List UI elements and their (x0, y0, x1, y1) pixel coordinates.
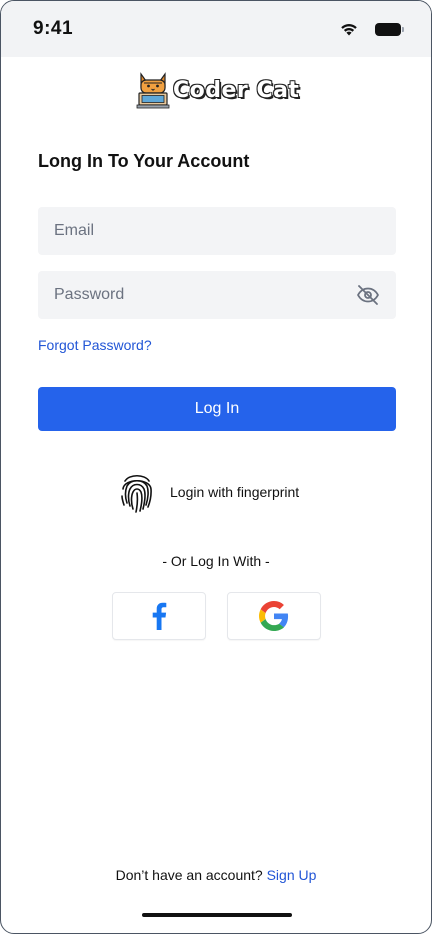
status-icons (339, 22, 404, 37)
phone-frame: 9:41 Coder Cat Long In To Your Account E… (0, 0, 432, 934)
email-field-container (38, 207, 396, 255)
fingerprint-label: Login with fingerprint (170, 484, 300, 500)
cat-mascot-icon (136, 72, 170, 109)
email-input[interactable] (54, 222, 380, 240)
password-field-container (38, 271, 396, 319)
password-input[interactable] (54, 286, 380, 304)
fingerprint-icon (121, 474, 152, 513)
eye-off-icon[interactable] (356, 283, 380, 307)
fingerprint-login-button[interactable]: Login with fingerprint (119, 469, 299, 515)
google-icon (259, 601, 289, 631)
page-title: Long In To Your Account (38, 151, 250, 171)
google-login-button[interactable] (227, 592, 321, 640)
battery-icon (375, 22, 404, 36)
facebook-login-button[interactable] (112, 592, 206, 640)
wifi-icon (341, 23, 357, 35)
status-bar: 9:41 (1, 1, 431, 57)
logo-text: Coder Cat (173, 77, 300, 103)
facebook-icon (152, 602, 167, 630)
signup-prompt: Don’t have an account? Sign Up (1, 867, 431, 883)
signup-prompt-text: Don’t have an account? (115, 867, 263, 883)
social-divider: - Or Log In With - (162, 553, 270, 569)
home-indicator (142, 913, 292, 917)
app-logo: Coder Cat (136, 71, 299, 109)
signup-link[interactable]: Sign Up (267, 867, 317, 883)
status-time: 9:41 (33, 18, 74, 39)
login-button[interactable]: Log In (38, 387, 396, 431)
forgot-password-link[interactable]: Forgot Password? (38, 337, 152, 353)
